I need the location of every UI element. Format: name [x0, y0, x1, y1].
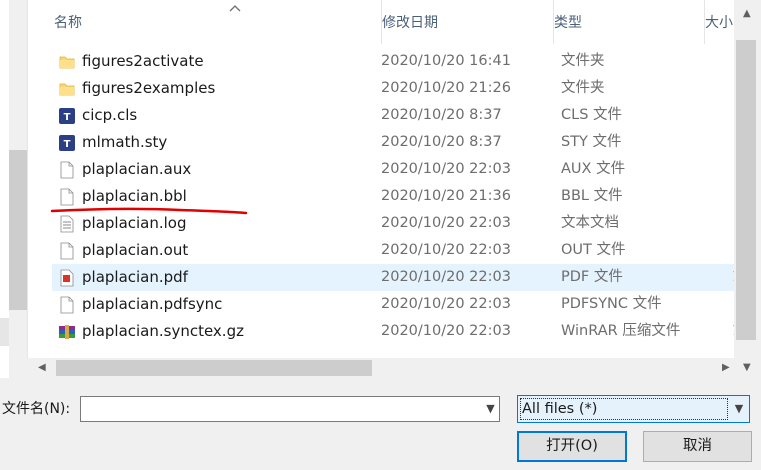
file-type: OUT 文件 — [561, 242, 626, 258]
file-type: AUX 文件 — [561, 161, 626, 177]
annotation-underline — [50, 207, 248, 215]
filename-input[interactable] — [80, 396, 500, 422]
file-date: 2020/10/20 8:37 — [381, 107, 502, 123]
open-button[interactable]: 打开(O) — [517, 431, 627, 462]
column-size-label: 大小 — [705, 15, 733, 31]
file-name: plaplacian.aux — [82, 160, 192, 178]
column-name-label: 名称 — [54, 15, 82, 31]
column-header: 名称 修改日期 类型 大小 — [28, 0, 735, 44]
file-date: 2020/10/20 22:03 — [381, 296, 511, 312]
file-date: 2020/10/20 22:03 — [381, 323, 511, 339]
archive-icon — [58, 323, 76, 341]
file-row[interactable]: Tcicp.cls 2020/10/20 8:37 CLS 文件 — [52, 102, 735, 129]
file-row[interactable]: plaplacian.aux 2020/10/20 22:03 AUX 文件 — [52, 156, 735, 183]
column-date[interactable]: 修改日期 — [381, 0, 552, 44]
file-date: 2020/10/20 22:03 — [381, 161, 511, 177]
file-type: PDFSYNC 文件 — [561, 296, 662, 312]
file-date: 2020/10/20 8:37 — [381, 134, 502, 150]
folder-icon — [58, 53, 76, 71]
file-type-selected: All files (*) — [522, 401, 598, 417]
file-row[interactable]: plaplacian.out 2020/10/20 22:03 OUT 文件 — [52, 237, 735, 264]
scroll-left-icon[interactable]: ◀ — [38, 362, 46, 373]
column-type-label: 类型 — [554, 15, 582, 31]
file-name: cicp.cls — [82, 106, 138, 124]
file-date: 2020/10/20 21:36 — [381, 188, 511, 204]
svg-text:T: T — [64, 139, 71, 150]
file-date: 2020/10/20 22:03 — [381, 242, 511, 258]
vertical-scroll-thumb[interactable] — [736, 40, 756, 340]
column-date-label: 修改日期 — [382, 15, 438, 31]
tex-file-icon: T — [58, 134, 76, 152]
file-name: plaplacian.pdf — [82, 268, 188, 286]
file-row[interactable]: figures2activate 2020/10/20 16:41 文件夹 — [52, 48, 735, 75]
sort-ascending-icon — [229, 5, 241, 12]
horizontal-scroll-thumb[interactable] — [56, 360, 372, 376]
file-list: 名称 修改日期 类型 大小 figures2activate 2020/10/20… — [27, 0, 735, 378]
file-type: CLS 文件 — [561, 107, 623, 123]
svg-text:T: T — [64, 112, 71, 123]
file-name: plaplacian.synctex.gz — [82, 322, 244, 340]
scroll-up-icon[interactable]: ▲ — [743, 8, 751, 19]
file-row[interactable]: figures2examples 2020/10/20 21:26 文件夹 — [52, 75, 735, 102]
file-date: 2020/10/20 22:03 — [381, 215, 511, 231]
file-row[interactable]: Tmlmath.sty 2020/10/20 8:37 STY 文件 — [52, 129, 735, 156]
file-type-chevron-down-icon[interactable]: ▼ — [730, 397, 748, 421]
file-icon — [58, 242, 76, 260]
navigation-item-edge — [0, 318, 9, 346]
file-date: 2020/10/20 21:26 — [381, 80, 511, 96]
file-type: WinRAR 压缩文件 — [561, 323, 681, 339]
cancel-button[interactable]: 取消 — [643, 431, 752, 462]
pdf-file-icon — [58, 269, 76, 287]
filename-label: 文件名(N): — [2, 401, 71, 417]
file-row[interactable]: plaplacian.synctex.gz 2020/10/20 22:03 Win… — [52, 318, 735, 345]
scroll-down-icon[interactable]: ▼ — [743, 362, 751, 373]
navigation-scroll-thumb[interactable] — [9, 150, 27, 310]
file-type: BBL 文件 — [561, 188, 623, 204]
file-icon — [58, 296, 76, 314]
file-type: 文件夹 — [561, 53, 605, 69]
file-type: 文本文档 — [561, 215, 619, 231]
file-name: figures2activate — [82, 52, 204, 70]
file-name: mlmath.sty — [82, 133, 168, 151]
file-row[interactable]: plaplacian.pdf2020/10/20 22:03PDF 文件1,5 — [52, 264, 735, 291]
file-row[interactable]: plaplacian.pdfsync 2020/10/20 22:03 PDFSYN… — [52, 291, 735, 318]
column-name[interactable]: 名称 — [54, 0, 374, 44]
folder-icon — [58, 80, 76, 98]
filename-history-chevron-down-icon[interactable]: ▼ — [482, 397, 499, 421]
scroll-right-icon[interactable]: ▶ — [722, 362, 730, 373]
tex-file-icon: T — [58, 107, 76, 125]
column-size[interactable]: 大小 — [704, 0, 735, 44]
file-name: plaplacian.pdfsync — [82, 295, 223, 313]
file-type: 文件夹 — [561, 80, 605, 96]
file-name: figures2examples — [82, 79, 216, 97]
file-name: plaplacian.out — [82, 241, 189, 259]
file-icon — [58, 188, 76, 206]
file-date: 2020/10/20 22:03 — [381, 269, 511, 285]
file-icon — [58, 161, 76, 179]
file-date: 2020/10/20 16:41 — [381, 53, 511, 69]
column-type[interactable]: 类型 — [553, 0, 704, 44]
file-type: PDF 文件 — [561, 269, 623, 285]
file-type: STY 文件 — [561, 134, 622, 150]
